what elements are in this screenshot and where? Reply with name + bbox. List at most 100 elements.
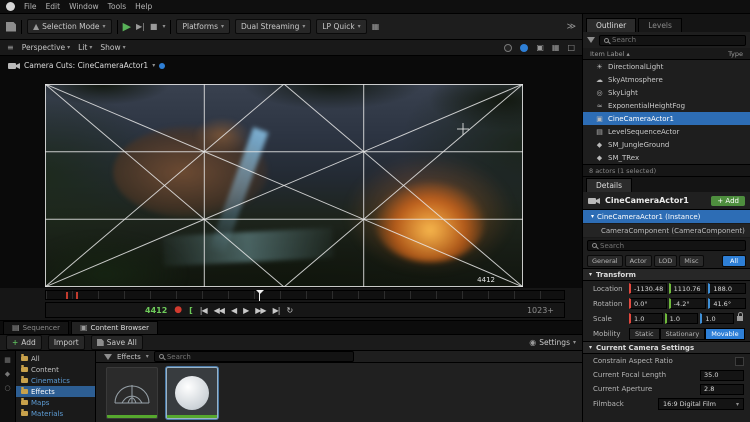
filters-rail-icon[interactable]: ○ [4, 384, 10, 392]
details-search[interactable] [587, 240, 746, 251]
breadcrumb[interactable]: Effects [117, 353, 141, 361]
scale-z-field[interactable]: 1.0 [700, 313, 735, 324]
outliner-row[interactable]: ≈ ExponentialHeightFog [583, 99, 750, 112]
asset-search[interactable] [153, 351, 354, 362]
set-playback-start-icon[interactable]: [ [189, 306, 193, 315]
asset-tile-sphere-selected[interactable] [166, 367, 218, 419]
folder-item[interactable]: All [16, 353, 95, 364]
constrain-aspect-checkbox[interactable] [735, 356, 744, 366]
menu-tools[interactable]: Tools [108, 2, 126, 11]
outliner-row[interactable]: ◎ SkyLight [583, 86, 750, 99]
selection-mode-dropdown[interactable]: ▲ Selection Mode ▾ [27, 19, 112, 34]
mobility-static[interactable]: Static [629, 327, 660, 340]
tab-outliner[interactable]: Outliner [586, 18, 637, 32]
show-flags-dropdown[interactable]: Show ▾ [100, 43, 125, 52]
outliner-row[interactable]: ◆ SM_TRex [583, 151, 750, 164]
tab-sequencer[interactable]: ▤ Sequencer [3, 321, 69, 334]
play-in-editor-button[interactable]: ▶ [123, 21, 131, 32]
game-view-toggle-icon[interactable] [504, 43, 513, 52]
viewport-options-icon[interactable]: ≡ [7, 43, 14, 52]
add-asset-button[interactable]: + Add [6, 335, 42, 350]
frame-skip-icon[interactable]: ▶| [136, 22, 145, 31]
camera-settings-section-header[interactable]: ▾ Current Camera Settings [583, 341, 750, 354]
tab-details[interactable]: Details [586, 178, 633, 192]
tab-levels[interactable]: Levels [638, 18, 682, 32]
record-button[interactable]: ● [174, 305, 182, 315]
outliner-row[interactable]: ☀ DirectionalLight [583, 60, 750, 73]
mobility-stationary[interactable]: Stationary [659, 327, 706, 340]
filter-lod[interactable]: LOD [653, 254, 678, 267]
component-row-camera[interactable]: CameraComponent (CameraComponent) [583, 224, 750, 238]
outliner-row[interactable]: ◆ SM_JungleGround [583, 138, 750, 151]
expand-toolbar-icon[interactable]: ≫ [567, 22, 576, 32]
import-button[interactable]: Import [47, 335, 85, 350]
cinematic-preview-toggle-icon[interactable] [520, 43, 529, 52]
menu-file[interactable]: File [24, 2, 37, 11]
lock-scale-icon[interactable] [737, 312, 743, 321]
filter-icon[interactable] [104, 353, 112, 360]
mobility-movable[interactable]: Movable [705, 327, 745, 340]
outliner-search[interactable] [599, 34, 746, 46]
settings-label[interactable]: Settings [539, 338, 570, 347]
prev-frame-button[interactable]: ◀◀ [214, 306, 225, 315]
folder-item[interactable]: Materials [16, 408, 95, 419]
scale-x-field[interactable]: 1.0 [629, 313, 663, 324]
viewport-layout-icon[interactable]: ▦ [552, 43, 560, 52]
save-all-button[interactable]: Save All [90, 335, 143, 350]
save-icon[interactable] [6, 21, 16, 32]
play-reverse-button[interactable]: ◀ [231, 306, 237, 315]
outliner-row-selected[interactable]: ▣ CineCameraActor1 [583, 112, 750, 125]
play-button[interactable]: ▶ [243, 306, 249, 315]
outliner-column-header[interactable]: Item Label ▴ Type [583, 48, 750, 60]
timeline-marker[interactable] [66, 292, 68, 299]
next-frame-button[interactable]: ▶▶ [255, 306, 266, 315]
collections-rail-icon[interactable]: ◆ [5, 370, 10, 378]
platforms-dropdown[interactable]: Platforms ▾ [176, 19, 231, 34]
component-row-root[interactable]: ▾ CineCameraActor1 (Instance) [583, 210, 750, 224]
grid-settings-icon[interactable]: ▦ [372, 22, 380, 31]
menu-edit[interactable]: Edit [46, 2, 61, 11]
folder-item[interactable]: Cinematics [16, 375, 95, 386]
folder-item[interactable]: Maps [16, 397, 95, 408]
rotation-z-field[interactable]: 41.6° [708, 298, 747, 309]
to-end-button[interactable]: ▶| [273, 306, 281, 315]
filter-icon[interactable] [587, 37, 595, 43]
menu-window[interactable]: Window [69, 2, 99, 11]
focal-length-field[interactable]: 35.0 [700, 369, 744, 381]
rotation-y-field[interactable]: -4.2° [668, 298, 707, 309]
outliner-row[interactable]: ☁ SkyAtmosphere [583, 73, 750, 86]
tab-content-browser[interactable]: ▣ Content Browser [70, 321, 158, 334]
lp-quick-dropdown[interactable]: LP Quick ▾ [316, 19, 367, 34]
folder-item[interactable]: Content [16, 364, 95, 375]
favorites-rail-icon[interactable]: ▦ [4, 356, 11, 364]
location-z-field[interactable]: 188.0 [708, 283, 747, 294]
transform-section-header[interactable]: ▾ Transform [583, 268, 750, 281]
viewport-scene[interactable]: 4412 [45, 84, 523, 287]
stop-icon[interactable]: ■ [150, 22, 158, 31]
folder-item-selected[interactable]: Effects [16, 386, 95, 397]
aperture-field[interactable]: 2.8 [700, 383, 744, 395]
play-options-chevron-icon[interactable]: ▾ [162, 23, 165, 30]
details-search-input[interactable] [600, 241, 741, 250]
outliner-search-input[interactable] [612, 36, 741, 44]
menu-help[interactable]: Help [135, 2, 152, 11]
filter-actor[interactable]: Actor [624, 254, 652, 267]
timeline-marker[interactable] [76, 292, 78, 299]
playhead[interactable] [256, 290, 264, 301]
view-mode-dropdown[interactable]: Lit ▾ [78, 43, 92, 52]
add-component-button[interactable]: + Add [711, 195, 745, 206]
filter-all[interactable]: All [721, 254, 746, 267]
camera-speed-icon[interactable]: ▣ [536, 43, 544, 52]
settings-gear-icon[interactable]: ◉ [529, 338, 536, 347]
filter-general[interactable]: General [587, 254, 623, 267]
loop-button[interactable]: ↻ [286, 306, 293, 315]
camera-cuts-indicator[interactable]: Camera Cuts: CineCameraActor1 ▾ [8, 61, 166, 70]
maximize-viewport-icon[interactable]: □ [567, 43, 575, 52]
location-y-field[interactable]: 1110.76 [668, 283, 707, 294]
asset-tile-dome[interactable] [106, 367, 158, 419]
filter-misc[interactable]: Misc [679, 254, 704, 267]
location-x-field[interactable]: -1130.48 [629, 283, 667, 294]
perspective-dropdown[interactable]: Perspective ▾ [22, 43, 70, 52]
asset-search-input[interactable] [166, 352, 349, 361]
rotation-x-field[interactable]: 0.0° [629, 298, 667, 309]
